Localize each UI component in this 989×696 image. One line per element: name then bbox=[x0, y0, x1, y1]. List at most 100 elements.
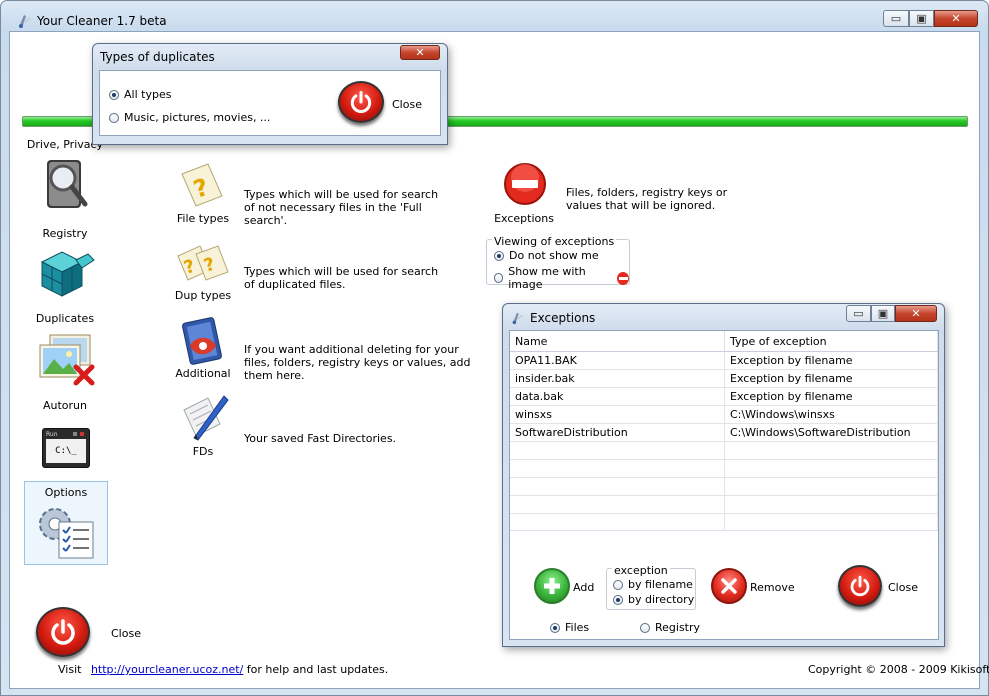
empty-cell bbox=[510, 459, 725, 478]
option-label: Do not show me bbox=[509, 249, 599, 262]
dup-types-label[interactable]: Dup types bbox=[172, 289, 234, 302]
add-button[interactable] bbox=[534, 568, 570, 604]
cell-name: data.bak bbox=[510, 387, 725, 406]
file-types-label[interactable]: File types bbox=[172, 212, 234, 225]
media-types-option[interactable]: Music, pictures, movies, ... bbox=[109, 111, 270, 124]
cell-name: OPA11.BAK bbox=[510, 351, 725, 370]
file-types-icon[interactable]: ? bbox=[174, 160, 232, 212]
power-icon bbox=[350, 90, 372, 114]
footer-after-text: for help and last updates. bbox=[246, 663, 389, 676]
radio-unselected[interactable] bbox=[640, 622, 650, 633]
by-directory-option[interactable]: by directory bbox=[613, 593, 694, 606]
close-button[interactable]: ✕ bbox=[895, 305, 937, 322]
exceptions-icon[interactable] bbox=[503, 162, 547, 206]
empty-cell bbox=[724, 441, 938, 460]
duplicates-icon[interactable] bbox=[36, 332, 98, 388]
x-icon bbox=[721, 578, 737, 594]
exceptions-close-power-button[interactable] bbox=[838, 565, 882, 607]
column-header-name[interactable]: Name bbox=[510, 331, 725, 352]
table-row[interactable]: SoftwareDistribution C:\Windows\SoftwareD… bbox=[510, 423, 938, 442]
dialog-close-button[interactable]: ✕ bbox=[400, 45, 440, 60]
option-label: Music, pictures, movies, ... bbox=[124, 111, 271, 124]
registry-icon[interactable] bbox=[36, 245, 96, 303]
exceptions-label[interactable]: Exceptions bbox=[492, 212, 556, 225]
maximize-button[interactable]: ▣ bbox=[871, 305, 895, 322]
radio-unselected[interactable] bbox=[109, 112, 119, 123]
empty-cell bbox=[724, 459, 938, 478]
show-with-image-option[interactable]: Show me with image bbox=[494, 265, 629, 291]
table-row[interactable]: OPA11.BAK Exception by filename bbox=[510, 351, 938, 370]
empty-cell bbox=[724, 513, 938, 530]
fds-label[interactable]: FDs bbox=[172, 445, 234, 458]
column-header-type[interactable]: Type of exception bbox=[724, 331, 938, 352]
empty-row bbox=[510, 477, 938, 496]
sidebar-item-options[interactable]: Options bbox=[24, 481, 108, 565]
autorun-icon[interactable]: Run C:\_ bbox=[42, 428, 90, 468]
main-close-power-button[interactable] bbox=[36, 607, 90, 657]
footer-visit-text: Visit bbox=[58, 663, 82, 676]
cell-type: C:\Windows\SoftwareDistribution bbox=[724, 423, 938, 442]
plus-icon bbox=[544, 578, 560, 594]
dup-types-desc: Types which will be used for search of d… bbox=[244, 265, 439, 291]
radio-selected[interactable] bbox=[109, 89, 119, 100]
exceptions-table[interactable]: Name Type of exception OPA11.BAK Exceptio… bbox=[510, 331, 938, 531]
maximize-button[interactable]: ▣ bbox=[909, 10, 934, 27]
cell-type: Exception by filename bbox=[724, 369, 938, 388]
dup-types-icon[interactable]: ?? bbox=[174, 240, 232, 292]
cell-name: winsxs bbox=[510, 405, 725, 424]
empty-cell bbox=[510, 477, 725, 496]
cell-type: C:\Windows\winsxs bbox=[724, 405, 938, 424]
minimize-button[interactable]: ▭ bbox=[846, 305, 871, 322]
radio-selected[interactable] bbox=[550, 622, 560, 633]
group-title: Viewing of exceptions bbox=[492, 235, 617, 248]
dialog-close-label[interactable]: Close bbox=[392, 98, 422, 111]
exceptions-close-label[interactable]: Close bbox=[888, 581, 918, 594]
table-row[interactable]: data.bak Exception by filename bbox=[510, 387, 938, 406]
close-button[interactable]: ✕ bbox=[934, 10, 978, 27]
additional-label[interactable]: Additional bbox=[172, 367, 234, 380]
radio-selected[interactable] bbox=[494, 250, 504, 261]
app-icon bbox=[16, 13, 32, 29]
additional-desc: If you want additional deleting for your… bbox=[244, 343, 471, 382]
dialog-close-power-button[interactable] bbox=[338, 81, 384, 123]
fds-icon[interactable] bbox=[178, 392, 230, 442]
option-label: Files bbox=[565, 621, 590, 634]
by-filename-option[interactable]: by filename bbox=[613, 578, 693, 591]
fds-desc: Your saved Fast Directories. bbox=[244, 432, 397, 445]
registry-option[interactable]: Registry bbox=[640, 621, 700, 634]
power-icon bbox=[51, 619, 75, 645]
cell-type: Exception by filename bbox=[724, 351, 938, 370]
option-label: Show me with image bbox=[508, 265, 586, 291]
empty-row bbox=[510, 459, 938, 478]
dialog-title: Exceptions bbox=[530, 311, 596, 325]
sidebar-item-duplicates[interactable]: Duplicates bbox=[22, 312, 108, 325]
sidebar-item-autorun[interactable]: Autorun bbox=[22, 399, 108, 412]
empty-row bbox=[510, 441, 938, 460]
dialog-title: Types of duplicates bbox=[100, 50, 215, 64]
minimize-button[interactable]: ▭ bbox=[883, 10, 909, 27]
power-icon bbox=[850, 575, 870, 597]
app-icon bbox=[510, 311, 524, 325]
additional-icon[interactable] bbox=[176, 316, 230, 366]
empty-cell bbox=[510, 513, 725, 530]
remove-button[interactable] bbox=[711, 568, 747, 604]
remove-label[interactable]: Remove bbox=[750, 581, 795, 594]
radio-unselected[interactable] bbox=[613, 579, 623, 590]
footer-help: Visit http://yourcleaner.ucoz.net/ for h… bbox=[58, 663, 388, 676]
table-row[interactable]: winsxs C:\Windows\winsxs bbox=[510, 405, 938, 424]
files-option[interactable]: Files bbox=[550, 621, 589, 634]
website-link[interactable]: http://yourcleaner.ucoz.net/ bbox=[91, 663, 243, 676]
viewing-exceptions-group: Viewing of exceptions Do not show me Sho… bbox=[486, 235, 630, 291]
cell-name: SoftwareDistribution bbox=[510, 423, 725, 442]
sidebar-item-registry[interactable]: Registry bbox=[22, 227, 108, 240]
all-types-option[interactable]: All types bbox=[109, 88, 171, 101]
do-not-show-option[interactable]: Do not show me bbox=[494, 249, 599, 262]
main-close-label[interactable]: Close bbox=[111, 627, 141, 640]
add-label[interactable]: Add bbox=[573, 581, 594, 594]
drive-privacy-icon[interactable] bbox=[40, 156, 92, 212]
file-types-desc: Types which will be used for search of n… bbox=[244, 188, 439, 227]
table-row[interactable]: insider.bak Exception by filename bbox=[510, 369, 938, 388]
stop-icon bbox=[617, 271, 629, 285]
radio-selected[interactable] bbox=[613, 594, 623, 605]
radio-unselected[interactable] bbox=[494, 273, 504, 283]
